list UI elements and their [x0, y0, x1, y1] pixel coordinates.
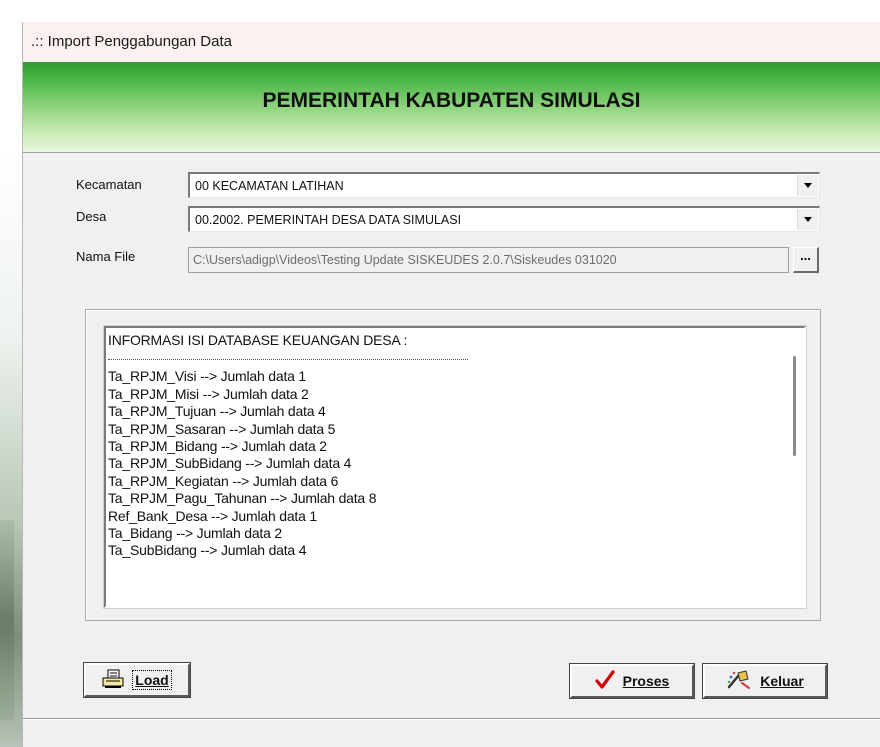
keluar-button[interactable]: Keluar: [702, 663, 828, 699]
browse-button[interactable]: ...: [793, 247, 819, 273]
nama-file-value: C:\Users\adigp\Videos\Testing Update SIS…: [193, 253, 617, 267]
info-line: Ta_RPJM_Kegiatan --> Jumlah data 6: [108, 472, 339, 489]
kecamatan-dropdown-button[interactable]: [797, 175, 818, 196]
kecamatan-label: Kecamatan: [76, 177, 142, 192]
checkmark-icon: [595, 669, 615, 693]
info-header: INFORMASI ISI DATABASE KEUANGAN DESA :: [108, 332, 408, 348]
proses-button[interactable]: Proses: [569, 663, 695, 699]
info-memo-content: INFORMASI ISI DATABASE KEUANGAN DESA : T…: [108, 332, 786, 560]
info-memo[interactable]: INFORMASI ISI DATABASE KEUANGAN DESA : T…: [103, 325, 807, 609]
load-button-label: Load: [135, 672, 169, 688]
chevron-down-icon: [804, 217, 812, 222]
status-divider: [23, 718, 880, 720]
desa-value: 00.2002. PEMERINTAH DESA DATA SIMULASI: [195, 213, 462, 227]
exit-icon: [726, 669, 752, 694]
info-line: Ref_Bank_Desa --> Jumlah data 1: [108, 507, 317, 524]
nama-file-label: Nama File: [76, 249, 136, 264]
info-separator: [108, 349, 468, 361]
info-line: Ta_RPJM_Bidang --> Jumlah data 2: [108, 438, 327, 455]
desktop-background-top: [22, 0, 880, 22]
load-button[interactable]: Load: [83, 662, 191, 698]
desa-label: Desa: [76, 209, 107, 224]
vertical-scrollbar-thumb[interactable]: [793, 356, 796, 456]
info-line: Ta_RPJM_SubBidang --> Jumlah data 4: [108, 455, 352, 472]
desa-dropdown-button[interactable]: [797, 209, 818, 230]
banner-title: PEMERINTAH KABUPATEN SIMULASI: [262, 89, 641, 112]
import-window: .:: Import Penggabungan Data PEMERINTAH …: [22, 22, 880, 747]
info-line: Ta_RPJM_Misi --> Jumlah data 2: [108, 385, 309, 402]
info-line: Ta_RPJM_Visi --> Jumlah data 1: [108, 368, 306, 385]
keluar-button-label: Keluar: [760, 673, 804, 689]
desa-select[interactable]: 00.2002. PEMERINTAH DESA DATA SIMULASI: [188, 206, 820, 232]
chevron-down-icon: [804, 183, 812, 188]
header-banner: PEMERINTAH KABUPATEN SIMULASI: [23, 62, 880, 153]
proses-button-label: Proses: [622, 673, 670, 689]
info-line: Ta_SubBidang --> Jumlah data 4: [108, 542, 307, 559]
info-line: Ta_Bidang --> Jumlah data 2: [108, 525, 282, 542]
nama-file-field[interactable]: C:\Users\adigp\Videos\Testing Update SIS…: [188, 247, 789, 273]
kecamatan-value: 00 KECAMATAN LATIHAN: [195, 179, 344, 193]
info-line: Ta_RPJM_Pagu_Tahunan --> Jumlah data 8: [108, 490, 377, 507]
info-line: Ta_RPJM_Sasaran --> Jumlah data 5: [108, 420, 336, 437]
load-icon: [102, 669, 124, 692]
window-title: .:: Import Penggabungan Data: [31, 33, 232, 50]
title-bar[interactable]: .:: Import Penggabungan Data: [23, 22, 880, 62]
kecamatan-select[interactable]: 00 KECAMATAN LATIHAN: [188, 172, 820, 198]
desktop-background: [0, 0, 22, 747]
info-line: Ta_RPJM_Tujuan --> Jumlah data 4: [108, 403, 326, 420]
